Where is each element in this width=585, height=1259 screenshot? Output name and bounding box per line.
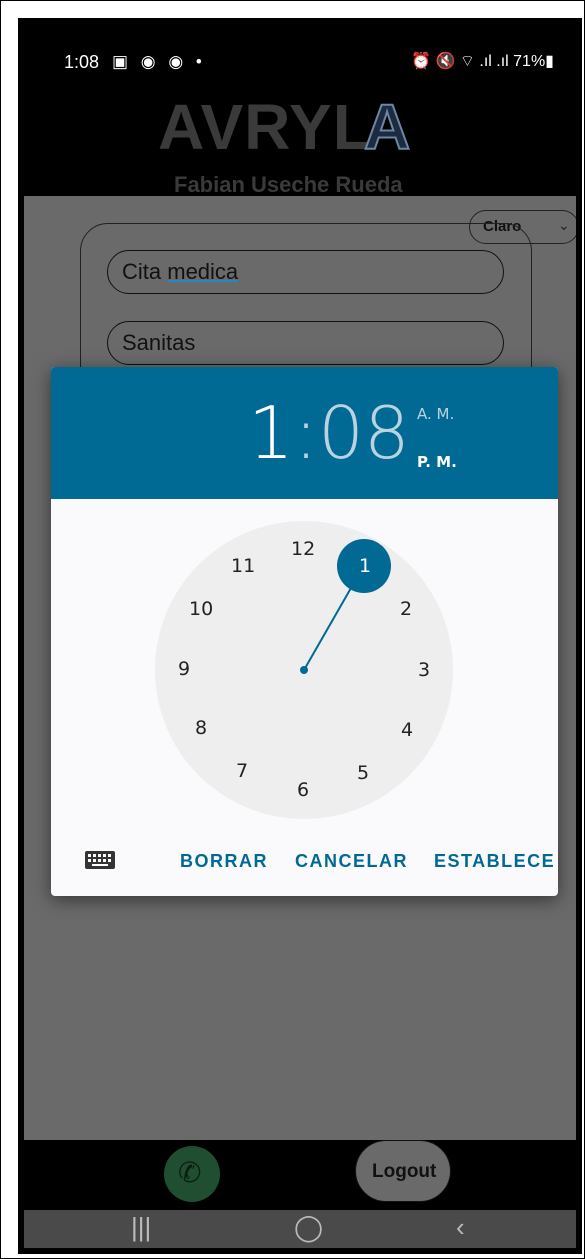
clock-hand-layer — [300, 539, 391, 674]
app-logo-text: AVRYL — [158, 91, 373, 163]
dial-hour-3[interactable]: 3 — [418, 659, 430, 681]
title-input-text-spellcheck: medica — [167, 259, 239, 284]
bottom-bar: ✆ Logout — [24, 1140, 576, 1210]
logout-button[interactable]: Logout — [355, 1140, 451, 1202]
clock-hand — [303, 580, 356, 671]
pm-toggle[interactable]: P. M. — [417, 453, 457, 471]
am-toggle[interactable]: A. M. — [417, 405, 454, 423]
dial-hour-8[interactable]: 8 — [195, 717, 207, 739]
minute-display[interactable]: 08 — [318, 391, 410, 475]
recents-button[interactable]: ||| — [131, 1212, 151, 1243]
dial-hour-10[interactable]: 10 — [189, 598, 213, 620]
keyboard-icon[interactable] — [85, 851, 115, 869]
clock-dial[interactable]: 12 1 2 3 4 5 6 7 8 9 10 11 — [155, 521, 453, 819]
appointment-title-input[interactable]: Cita medica — [107, 250, 504, 294]
whatsapp-icon: ✆ — [178, 1157, 202, 1188]
chevron-down-icon: ⌄ — [558, 217, 570, 233]
set-button[interactable]: ESTABLECE — [434, 851, 555, 872]
app-logo-mark: A — [363, 90, 411, 164]
dial-hour-6[interactable]: 6 — [297, 779, 309, 801]
status-bar: 1:08 ▣ ◉ ◉ • ⏰ 🔇 ⌔ .ıl .ıl 71%▮ — [24, 24, 576, 84]
clear-button[interactable]: BORRAR — [180, 851, 268, 872]
system-icons: ⏰ 🔇 ⌔ .ıl .ıl 71%▮ — [411, 53, 554, 70]
dial-hour-12[interactable]: 12 — [291, 538, 315, 560]
clock-center-dot — [300, 666, 308, 674]
dialog-actions: BORRAR CANCELAR ESTABLECE — [51, 845, 558, 885]
time-picker-header: 1:08 A. M. P. M. — [51, 367, 558, 499]
status-time: 1:08 — [64, 52, 100, 72]
back-button[interactable]: ‹ — [456, 1212, 465, 1243]
logout-label: Logout — [372, 1161, 437, 1182]
dial-hour-5[interactable]: 5 — [357, 762, 369, 784]
dial-hour-1[interactable]: 1 — [359, 555, 371, 577]
notification-icons: ▣ ◉ ◉ • — [112, 52, 206, 71]
app-header: AVRYL A Fabian Useche Rueda — [24, 84, 576, 197]
cancel-button[interactable]: CANCELAR — [295, 851, 408, 872]
provider-input[interactable]: Sanitas — [107, 321, 504, 365]
time-separator: : — [293, 391, 319, 475]
title-input-text-prefix: Cita — [122, 259, 168, 284]
dial-hour-7[interactable]: 7 — [236, 760, 248, 782]
screenshot-frame: 1:08 ▣ ◉ ◉ • ⏰ 🔇 ⌔ .ıl .ıl 71%▮ AVRYL A … — [0, 0, 585, 1259]
selected-time: 1:08 — [248, 391, 410, 475]
user-name: Fabian Useche Rueda — [174, 172, 403, 197]
home-button[interactable]: ◯ — [294, 1212, 323, 1243]
hour-display[interactable]: 1 — [248, 391, 294, 475]
system-nav-bar: ||| ◯ ‹ — [24, 1210, 576, 1248]
dial-hour-2[interactable]: 2 — [400, 598, 412, 620]
dial-hour-9[interactable]: 9 — [178, 658, 190, 680]
dial-hour-11[interactable]: 11 — [231, 555, 255, 577]
dial-hour-4[interactable]: 4 — [401, 719, 413, 741]
whatsapp-button[interactable]: ✆ — [164, 1146, 220, 1202]
time-picker-dialog: 1:08 A. M. P. M. 12 1 2 3 4 5 6 7 8 9 10… — [51, 367, 558, 896]
